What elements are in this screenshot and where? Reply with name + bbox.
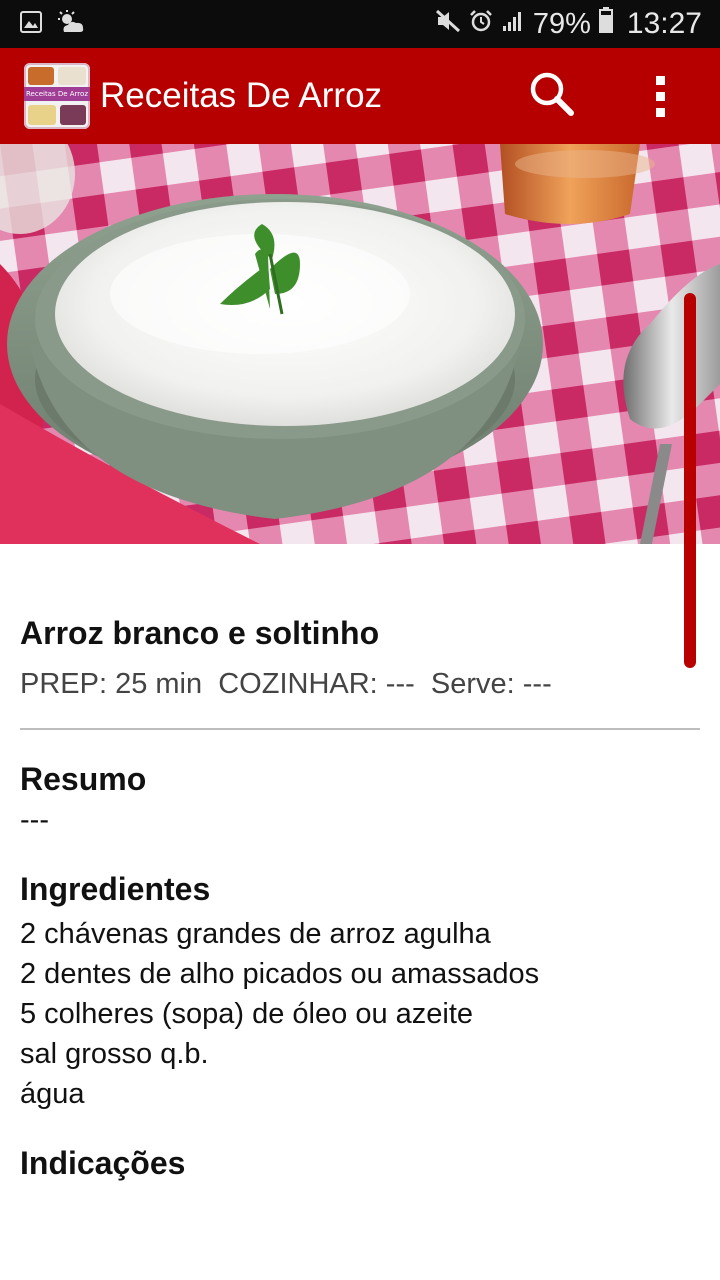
recipe-image	[0, 144, 720, 544]
ingredient-item: 2 chávenas grandes de arroz agulha	[20, 918, 491, 950]
image-notification-icon	[20, 10, 42, 38]
ingredient-item: 2 dentes de alho picados ou amassados	[20, 958, 540, 990]
ingredient-item: água	[20, 1078, 85, 1110]
weather-icon	[56, 9, 86, 39]
recipe-title: Arroz branco e soltinho	[20, 615, 380, 651]
rice-bowl-illustration	[0, 144, 720, 544]
signal-icon	[501, 8, 525, 41]
battery-percentage: 79%	[532, 7, 591, 40]
clock: 13:27	[626, 7, 702, 40]
more-options-icon[interactable]	[654, 74, 668, 123]
app-title: Receitas De Arroz	[100, 76, 383, 115]
recipe-meta: PREP: 25 min COZINHAR: --- Serve: ---	[20, 668, 552, 700]
summary-text: ---	[20, 804, 49, 836]
ingredient-item: 5 colheres (sopa) de óleo ou azeite	[20, 998, 474, 1030]
status-bar: 79% 13:27	[0, 0, 720, 48]
ingredients-list: 2 chávenas grandes de arroz agulha 2 den…	[20, 914, 700, 1114]
alarm-icon	[469, 8, 493, 41]
app-bar: Receitas De Arroz Receitas De Arroz	[0, 48, 720, 144]
battery-icon	[598, 7, 613, 41]
summary-heading: Resumo	[20, 761, 147, 797]
divider	[20, 728, 700, 730]
ingredient-item: sal grosso q.b.	[20, 1038, 209, 1070]
recipe-content: Arroz branco e soltinho PREP: 25 min COZ…	[20, 612, 700, 1184]
app-logo-text: Receitas De Arroz	[25, 90, 88, 98]
app-logo: Receitas De Arroz	[24, 63, 90, 129]
ingredients-heading: Ingredientes	[20, 871, 211, 907]
search-icon[interactable]	[528, 70, 576, 123]
instructions-heading: Indicações	[20, 1145, 186, 1181]
mute-icon	[435, 8, 461, 41]
